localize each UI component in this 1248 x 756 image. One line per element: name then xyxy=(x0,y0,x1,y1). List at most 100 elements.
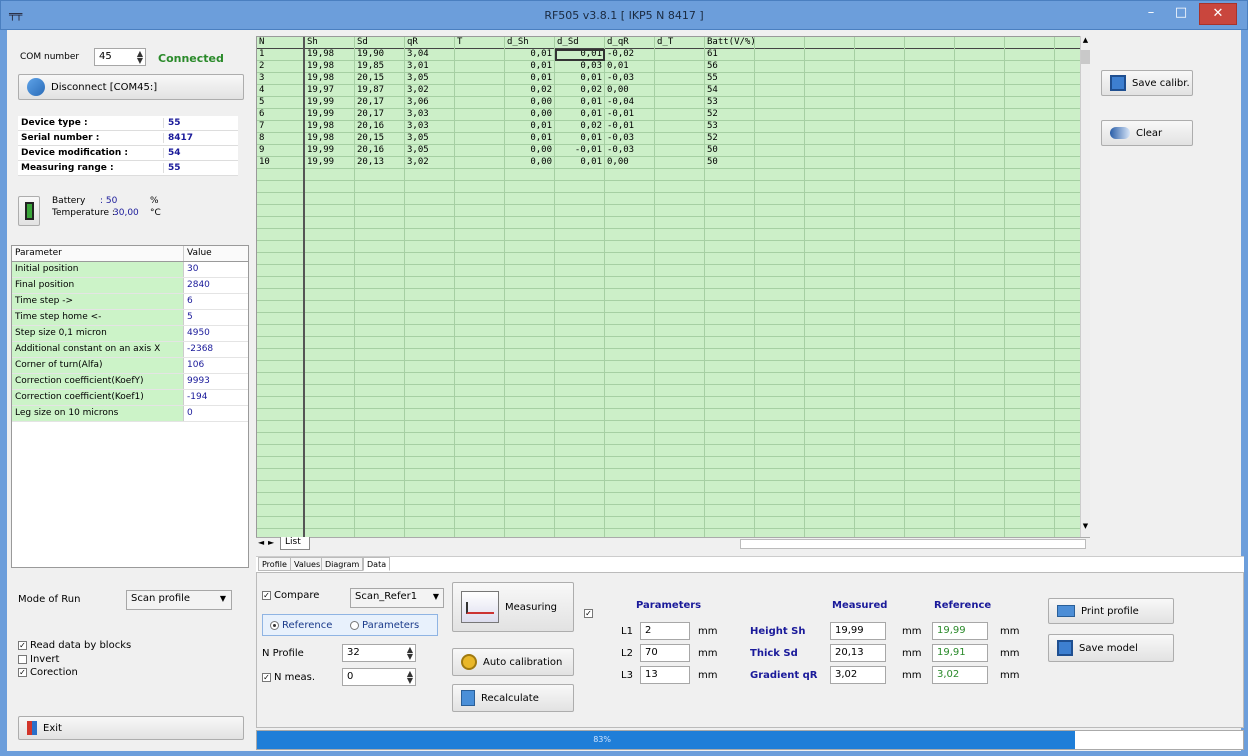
grid-cell[interactable] xyxy=(905,241,955,253)
grid-cell[interactable] xyxy=(355,205,405,217)
grid-cell[interactable] xyxy=(355,373,405,385)
grid-cell[interactable] xyxy=(1005,145,1055,157)
grid-cell[interactable] xyxy=(505,517,555,529)
grid-cell[interactable] xyxy=(805,373,855,385)
grid-cell[interactable] xyxy=(305,373,355,385)
grid-cell[interactable]: -0,03 xyxy=(605,145,655,157)
grid-cell[interactable] xyxy=(505,373,555,385)
grid-cell[interactable] xyxy=(505,493,555,505)
grid-cell[interactable] xyxy=(805,253,855,265)
grid-row[interactable] xyxy=(257,397,1089,409)
grid-cell[interactable] xyxy=(855,253,905,265)
param-value[interactable]: -194 xyxy=(184,390,248,405)
grid-cell[interactable] xyxy=(705,241,755,253)
grid-cell[interactable] xyxy=(405,469,455,481)
grid-cell[interactable]: 3,01 xyxy=(405,61,455,73)
grid-cell[interactable] xyxy=(905,85,955,97)
grid-cell[interactable] xyxy=(505,505,555,517)
grid-cell[interactable] xyxy=(355,181,405,193)
grid-cell[interactable] xyxy=(705,433,755,445)
grid-cell[interactable] xyxy=(455,337,505,349)
grid-cell[interactable] xyxy=(805,361,855,373)
column-header[interactable]: Value xyxy=(184,246,248,261)
grid-cell[interactable] xyxy=(955,445,1005,457)
grid-row[interactable]: 3 19,98 20,15 3,05 0,01 0,01 -0,03 55 xyxy=(257,73,1089,85)
grid-cell[interactable] xyxy=(555,265,605,277)
grid-cell[interactable] xyxy=(555,229,605,241)
grid-cell[interactable] xyxy=(405,337,455,349)
grid-cell[interactable] xyxy=(705,385,755,397)
grid-cell[interactable] xyxy=(655,421,705,433)
grid-cell[interactable] xyxy=(605,253,655,265)
grid-cell[interactable] xyxy=(1005,73,1055,85)
grid-cell[interactable] xyxy=(705,373,755,385)
grid-cell[interactable]: 3,02 xyxy=(405,85,455,97)
grid-cell[interactable] xyxy=(855,73,905,85)
grid-cell[interactable]: -0,01 xyxy=(555,145,605,157)
grid-cell[interactable] xyxy=(305,469,355,481)
grid-cell[interactable] xyxy=(905,445,955,457)
data-grid[interactable]: N Sh Sd qR Td_Sh d_Sd d_qR d_T Batt(V/%) 1 19,98 19… xyxy=(256,36,1090,550)
param-value[interactable]: 6 xyxy=(184,294,248,309)
grid-cell[interactable] xyxy=(555,361,605,373)
grid-cell[interactable] xyxy=(905,505,955,517)
grid-cell[interactable] xyxy=(455,265,505,277)
grid-cell[interactable]: 0,01 xyxy=(505,61,555,73)
grid-cell[interactable] xyxy=(257,253,305,265)
grid-cell[interactable] xyxy=(257,493,305,505)
n-profile-input[interactable]: 32 ▲ ▼ xyxy=(342,644,416,662)
grid-cell[interactable] xyxy=(505,301,555,313)
grid-cell[interactable] xyxy=(455,277,505,289)
grid-cell[interactable] xyxy=(555,505,605,517)
grid-cell[interactable]: 3,06 xyxy=(405,97,455,109)
grid-cell[interactable] xyxy=(455,121,505,133)
grid-column-header[interactable]: Sh xyxy=(305,37,355,49)
grid-cell[interactable] xyxy=(355,385,405,397)
invert-checkbox[interactable]: Invert xyxy=(18,654,59,665)
grid-cell[interactable] xyxy=(755,373,805,385)
grid-cell[interactable] xyxy=(705,193,755,205)
grid-cell[interactable] xyxy=(257,385,305,397)
grid-cell[interactable] xyxy=(955,253,1005,265)
scroll-down-icon[interactable]: ▼ xyxy=(1081,522,1090,534)
grid-cell[interactable] xyxy=(505,241,555,253)
grid-cell[interactable] xyxy=(755,49,805,61)
grid-cell[interactable] xyxy=(905,157,955,169)
grid-cell[interactable] xyxy=(655,385,705,397)
grid-column-header[interactable] xyxy=(755,37,805,49)
grid-cell[interactable] xyxy=(505,457,555,469)
n-meas-checkbox[interactable]: ✓ N meas. xyxy=(262,672,315,683)
param-value[interactable]: 2840 xyxy=(184,278,248,293)
param-value[interactable]: 106 xyxy=(184,358,248,373)
grid-cell[interactable] xyxy=(455,229,505,241)
grid-row[interactable]: 8 19,98 20,15 3,05 0,01 0,01 -0,03 52 xyxy=(257,133,1089,145)
grid-cell[interactable] xyxy=(855,433,905,445)
grid-cell[interactable] xyxy=(305,361,355,373)
grid-cell[interactable]: 52 xyxy=(705,109,755,121)
grid-cell[interactable] xyxy=(655,205,705,217)
grid-cell[interactable] xyxy=(305,325,355,337)
grid-cell[interactable] xyxy=(1005,241,1055,253)
grid-cell[interactable] xyxy=(955,109,1005,121)
grid-cell[interactable] xyxy=(805,145,855,157)
grid-cell[interactable] xyxy=(655,505,705,517)
grid-cell[interactable]: 50 xyxy=(705,157,755,169)
grid-cell[interactable] xyxy=(905,253,955,265)
table-row[interactable]: Initial position 30 xyxy=(12,262,248,278)
grid-cell[interactable] xyxy=(855,157,905,169)
grid-cell[interactable] xyxy=(655,241,705,253)
grid-cell[interactable] xyxy=(705,277,755,289)
grid-cell[interactable] xyxy=(755,361,805,373)
grid-cell[interactable] xyxy=(905,457,955,469)
grid-row[interactable]: 2 19,98 19,85 3,01 0,01 0,03 0,01 56 xyxy=(257,61,1089,73)
l1-input[interactable]: 2 xyxy=(640,622,690,640)
grid-cell[interactable] xyxy=(805,421,855,433)
grid-cell[interactable] xyxy=(655,493,705,505)
grid-cell[interactable] xyxy=(405,493,455,505)
grid-cell[interactable] xyxy=(455,505,505,517)
grid-cell[interactable] xyxy=(455,397,505,409)
grid-cell[interactable] xyxy=(555,493,605,505)
measuring-button[interactable]: Measuring xyxy=(452,582,574,632)
grid-cell[interactable] xyxy=(355,361,405,373)
grid-cell[interactable] xyxy=(805,181,855,193)
